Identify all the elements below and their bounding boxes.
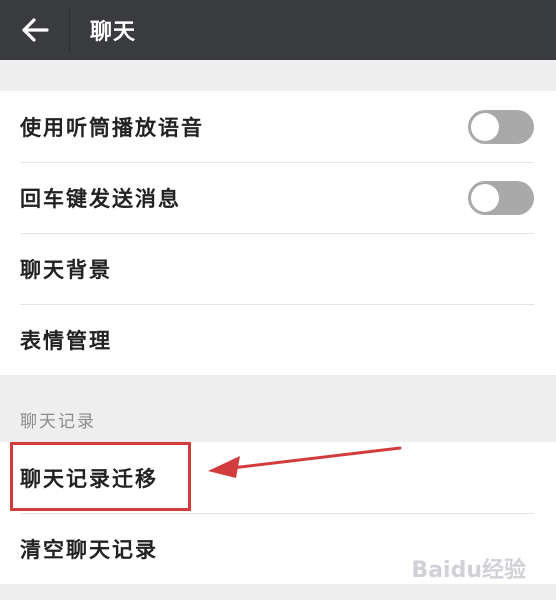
back-button[interactable] (0, 0, 70, 60)
setting-row-sticker-management[interactable]: 表情管理 (0, 304, 556, 375)
setting-label: 回车键发送消息 (20, 186, 181, 211)
setting-row-earpiece-voice[interactable]: 使用听筒播放语音 (0, 91, 556, 162)
setting-label: 使用听筒播放语音 (20, 115, 204, 140)
top-app-bar: 聊天 (0, 0, 556, 60)
setting-label: 表情管理 (20, 328, 112, 353)
enter-to-send-toggle[interactable] (468, 180, 534, 215)
chat-history-group: 聊天记录迁移 清空聊天记录 (0, 442, 556, 584)
earpiece-voice-toggle[interactable] (468, 109, 534, 144)
page-title: 聊天 (90, 20, 137, 45)
toggle-knob (471, 183, 499, 212)
setting-row-chat-history-migration[interactable]: 聊天记录迁移 (0, 442, 556, 513)
setting-row-clear-chat-history[interactable]: 清空聊天记录 (0, 513, 556, 584)
settings-group: 使用听筒播放语音 回车键发送消息 聊天背景 表情管理 (0, 91, 556, 375)
setting-label: 聊天记录迁移 (20, 466, 158, 491)
toggle-knob (471, 112, 499, 141)
setting-row-enter-to-send[interactable]: 回车键发送消息 (0, 162, 556, 233)
setting-row-chat-background[interactable]: 聊天背景 (0, 233, 556, 304)
arrow-left-icon (22, 18, 49, 42)
setting-label: 清空聊天记录 (20, 537, 158, 562)
section-header-chat-history: 聊天记录 (20, 412, 96, 432)
setting-label: 聊天背景 (20, 257, 112, 282)
